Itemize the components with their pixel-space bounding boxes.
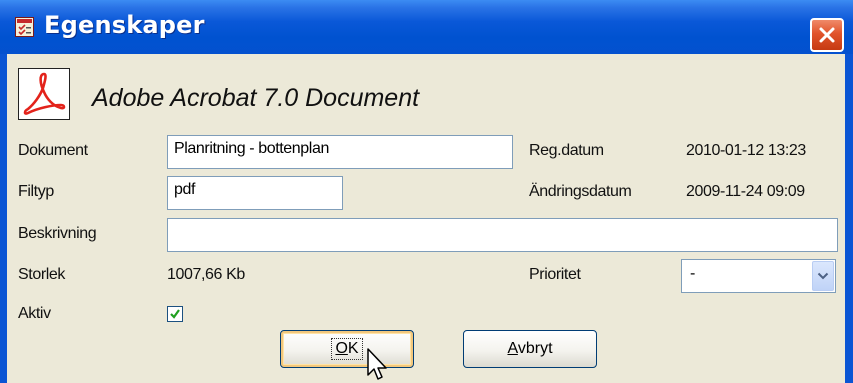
title-bar[interactable]: Egenskaper bbox=[0, 0, 853, 54]
priority-label: Prioritet bbox=[529, 266, 581, 283]
window-title: Egenskaper bbox=[44, 11, 205, 39]
cancel-button-label: Avbryt bbox=[507, 340, 552, 358]
ok-button[interactable]: OK bbox=[280, 330, 414, 368]
modified-date-value: 2009-11-24 09:09 bbox=[686, 183, 805, 200]
size-value: 1007,66 Kb bbox=[167, 266, 245, 283]
reg-date-label: Reg.datum bbox=[529, 142, 604, 159]
active-label: Aktiv bbox=[18, 305, 51, 322]
chevron-down-icon bbox=[817, 272, 829, 280]
modified-date-label: Ändringsdatum bbox=[529, 183, 632, 200]
cancel-mnemonic: A bbox=[507, 340, 518, 357]
properties-icon bbox=[15, 17, 34, 37]
pdf-icon bbox=[18, 68, 70, 120]
priority-select[interactable]: - bbox=[681, 259, 836, 293]
cancel-button[interactable]: Avbryt bbox=[463, 330, 597, 368]
window-frame-right bbox=[845, 54, 853, 383]
ok-label-rest: K bbox=[347, 340, 359, 357]
close-icon bbox=[819, 27, 835, 43]
filetype-field[interactable]: pdf bbox=[167, 176, 343, 210]
active-checkbox[interactable] bbox=[167, 306, 183, 322]
priority-value: - bbox=[690, 265, 696, 282]
window-frame-left bbox=[0, 54, 7, 383]
cancel-label-rest: vbryt bbox=[517, 340, 553, 357]
ok-button-label: OK bbox=[331, 338, 363, 360]
filetype-label: Filtyp bbox=[18, 183, 54, 200]
checkmark-icon bbox=[170, 309, 180, 319]
description-field[interactable] bbox=[167, 218, 838, 252]
properties-dialog: Egenskaper Adobe Acrobat 7.0 Document Do… bbox=[0, 0, 853, 383]
document-type-title: Adobe Acrobat 7.0 Document bbox=[92, 84, 420, 112]
document-field[interactable]: Planritning - bottenplan bbox=[167, 135, 513, 169]
document-label: Dokument bbox=[18, 142, 88, 159]
ok-mnemonic: O bbox=[335, 340, 348, 357]
close-button[interactable] bbox=[810, 18, 844, 52]
dropdown-button[interactable] bbox=[812, 261, 834, 291]
description-label: Beskrivning bbox=[18, 225, 97, 242]
reg-date-value: 2010-01-12 13:23 bbox=[686, 142, 806, 159]
size-label: Storlek bbox=[18, 266, 65, 283]
